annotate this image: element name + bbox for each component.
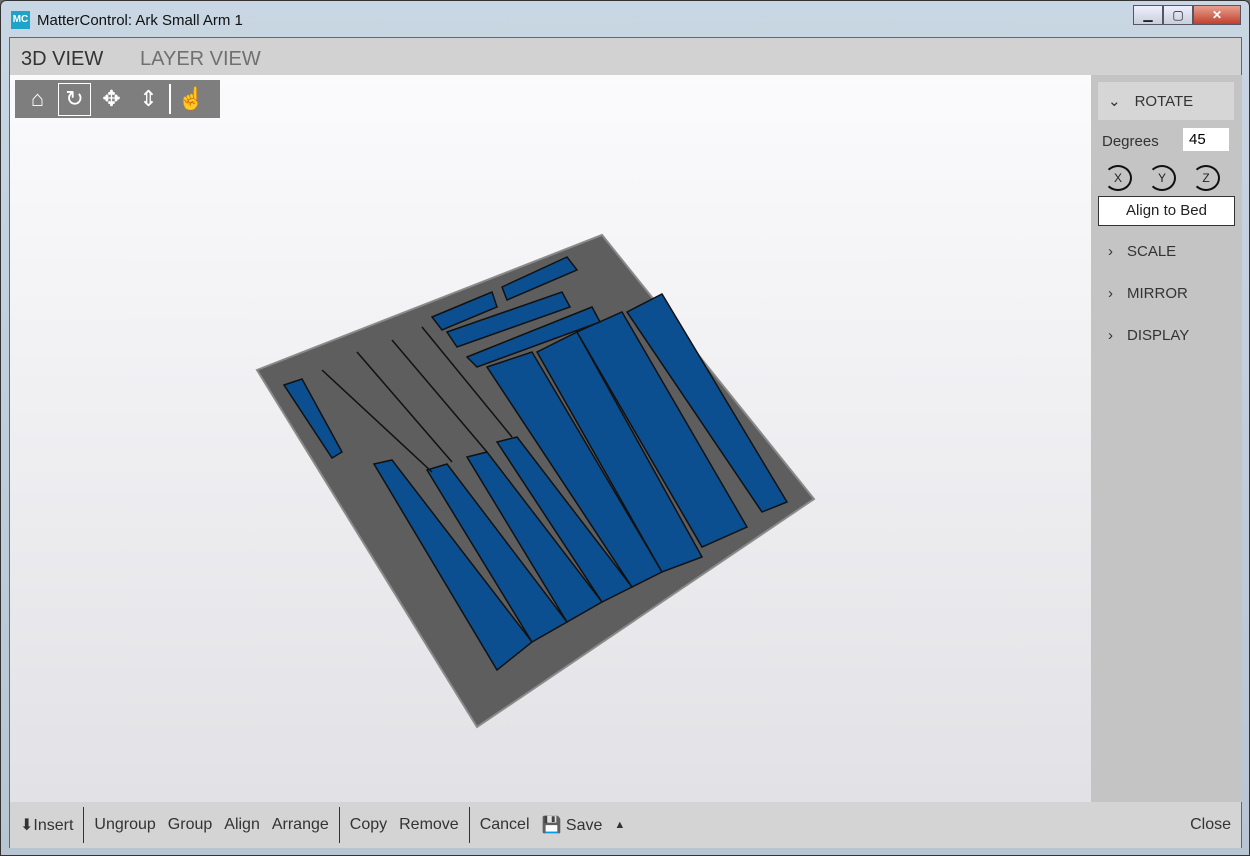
toolbar-divider: [169, 84, 171, 114]
3d-viewport[interactable]: ⌂ ↻ ✥ ⇕ ☝: [10, 75, 1091, 802]
scale-section-header[interactable]: › SCALE: [1098, 232, 1234, 270]
insert-label: Insert: [33, 817, 74, 834]
remove-button[interactable]: Remove: [393, 816, 465, 834]
mirror-label: MIRROR: [1127, 284, 1188, 302]
tab-layer-view[interactable]: LAYER VIEW: [140, 48, 261, 71]
cancel-button[interactable]: Cancel: [474, 816, 536, 834]
bottom-toolbar: ⬇Insert Ungroup Group Align Arrange Copy…: [10, 802, 1241, 848]
maximize-button[interactable]: ▢: [1163, 5, 1193, 25]
edit-panel: ⌄ ROTATE Degrees X Y Z Align to Bed › SCAL…: [1091, 75, 1242, 802]
rotate-icon[interactable]: ↻: [58, 82, 91, 116]
save-options-arrow-icon[interactable]: ▲: [608, 819, 631, 831]
home-icon[interactable]: ⌂: [21, 83, 54, 116]
close-window-button[interactable]: ✕: [1193, 5, 1241, 25]
rotate-x-button[interactable]: X: [1104, 165, 1132, 191]
zoom-icon[interactable]: ⇕: [132, 83, 165, 116]
divider: [83, 807, 85, 843]
display-label: DISPLAY: [1127, 326, 1190, 344]
scene: [255, 233, 816, 729]
move-icon[interactable]: ✥: [95, 83, 128, 116]
group-button[interactable]: Group: [162, 816, 218, 834]
insert-icon: ⬇: [20, 817, 34, 834]
chevron-down-icon: ⌄: [1108, 93, 1121, 110]
chevron-right-icon: ›: [1108, 284, 1113, 302]
rotate-z-button[interactable]: Z: [1192, 165, 1220, 191]
chevron-right-icon: ›: [1108, 326, 1113, 344]
rotate-label: ROTATE: [1134, 92, 1194, 110]
ungroup-button[interactable]: Ungroup: [88, 816, 161, 834]
scale-label: SCALE: [1127, 242, 1177, 260]
floppy-disk-icon: 💾: [541, 817, 562, 834]
close-button[interactable]: Close: [1184, 816, 1241, 834]
degrees-input[interactable]: [1183, 128, 1229, 151]
divider: [338, 807, 340, 843]
window-title: MatterControl: Ark Small Arm 1: [37, 12, 243, 29]
save-button[interactable]: 💾 Save: [536, 815, 609, 835]
copy-button[interactable]: Copy: [344, 816, 393, 834]
rotate-y-button[interactable]: Y: [1148, 165, 1176, 191]
degrees-label: Degrees: [1102, 133, 1159, 150]
tab-3d-view[interactable]: 3D VIEW: [21, 48, 103, 71]
select-hand-icon[interactable]: ☝: [175, 83, 208, 116]
arrange-button[interactable]: Arrange: [266, 816, 335, 834]
insert-button[interactable]: ⬇Insert: [10, 815, 79, 835]
app-window: MC MatterControl: Ark Small Arm 1 ▁ ▢ ✕ …: [0, 0, 1250, 856]
rotate-section-header[interactable]: ⌄ ROTATE: [1098, 82, 1234, 120]
view-toolbar: ⌂ ↻ ✥ ⇕ ☝: [15, 80, 220, 118]
mirror-section-header[interactable]: › MIRROR: [1098, 274, 1234, 312]
display-section-header[interactable]: › DISPLAY: [1098, 316, 1234, 354]
app-logo: MC: [11, 11, 30, 29]
divider: [468, 807, 470, 843]
align-button[interactable]: Align: [218, 816, 266, 834]
minimize-button[interactable]: ▁: [1133, 5, 1163, 25]
title-bar: MC MatterControl: Ark Small Arm 1 ▁ ▢ ✕: [1, 1, 1249, 37]
save-label: Save: [565, 817, 603, 834]
chevron-right-icon: ›: [1108, 242, 1113, 260]
align-to-bed-button[interactable]: Align to Bed: [1098, 196, 1235, 226]
